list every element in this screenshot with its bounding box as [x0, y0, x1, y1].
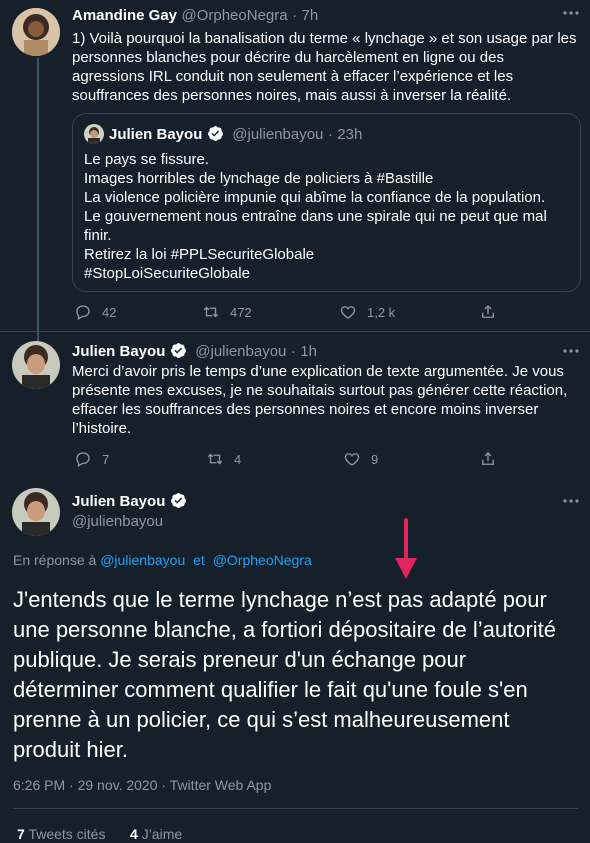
share-icon: [482, 305, 494, 318]
reply-icon: [76, 452, 90, 467]
reply-and[interactable]: et: [193, 552, 205, 568]
mention-link[interactable]: @julienbayou: [100, 552, 185, 568]
quoted-tweet-header: Julien Bayou @julienbayou · 23h: [109, 125, 362, 144]
reply-context: En réponse à @julienbayou et @OrpheoNegr…: [13, 552, 312, 568]
more-options-icon[interactable]: [562, 4, 580, 25]
author-name[interactable]: Amandine Gay: [72, 7, 177, 24]
quoted-line: Le gouvernement nous entraîne dans une s…: [84, 208, 547, 244]
reply-button[interactable]: 7: [74, 450, 109, 468]
author-handle[interactable]: @OrpheoNegra: [181, 7, 287, 24]
heart-icon: [344, 453, 360, 466]
share-button[interactable]: [479, 303, 497, 321]
tweet-header: Amandine Gay @OrpheoNegra · 7h: [72, 7, 318, 25]
main-tweet-text: J'entends que le terme lynchage n’est pa…: [13, 587, 557, 762]
author-name[interactable]: Julien Bayou: [72, 493, 165, 510]
tweet-time[interactable]: 7h: [302, 7, 319, 24]
thread-line: [37, 58, 39, 336]
retweet-button[interactable]: 472: [202, 303, 252, 321]
share-icon: [482, 452, 494, 465]
separator: ·: [327, 126, 333, 143]
quoted-line: #StopLoiSecuriteGlobale: [84, 265, 250, 282]
likes-count: 4: [130, 826, 138, 842]
author-handle[interactable]: @julienbayou: [195, 343, 286, 360]
avatar[interactable]: [12, 8, 60, 56]
avatar: [84, 124, 104, 144]
mention-link[interactable]: @OrpheoNegra: [213, 552, 312, 568]
verified-badge-icon: [170, 493, 186, 508]
reply-prefix: En réponse à: [13, 552, 97, 568]
separator: ·: [290, 343, 296, 360]
quoted-line: La violence policière impunie qui abîme …: [84, 189, 546, 206]
reply-button[interactable]: 42: [74, 303, 116, 321]
likes-label: J’aime: [141, 826, 183, 842]
quote-tweets-stat[interactable]: 7 Tweets cités: [17, 826, 105, 842]
quoted-line: Images horribles de lynchage de policier…: [84, 170, 434, 187]
reply-count: 42: [102, 304, 117, 320]
more-options-icon[interactable]: [562, 342, 580, 363]
like-button[interactable]: 9: [343, 450, 378, 468]
quote-tweets-label: Tweets cités: [28, 826, 106, 842]
retweet-icon: [203, 306, 219, 318]
avatar[interactable]: [12, 341, 60, 389]
like-count: 1,2 k: [367, 304, 396, 320]
tweet-timestamp[interactable]: 6:26 PM · 29 nov. 2020 · Twitter Web App: [13, 777, 271, 793]
quoted-tweet-text: Le pays se fissure. Images horribles de …: [84, 150, 572, 283]
retweet-button[interactable]: 4: [206, 450, 241, 468]
quoted-line: Retirez la loi #PPLSecuriteGlobale: [84, 246, 315, 263]
verified-badge-icon: [170, 343, 186, 358]
tweet-text: Merci d’avoir pris le temps d’une explic…: [72, 363, 568, 437]
author-name[interactable]: Julien Bayou: [72, 343, 165, 360]
retweet-icon: [207, 453, 223, 465]
reply-count: 7: [102, 451, 110, 467]
tweet-header: Julien Bayou @julienbayou · 1h: [72, 342, 317, 361]
thread-line: [37, 331, 39, 341]
reply-icon: [76, 305, 90, 320]
retweet-count: 472: [230, 304, 252, 320]
likes-stat[interactable]: 4 J’aime: [130, 826, 182, 842]
quoted-line: Le pays se fissure.: [84, 151, 210, 168]
more-options-icon[interactable]: [562, 492, 580, 513]
tweet-text: 1) Voilà pourquoi la banalisation du ter…: [72, 30, 577, 104]
heart-icon: [340, 306, 356, 319]
quoted-author-name: Julien Bayou: [109, 126, 203, 143]
retweet-count: 4: [234, 451, 242, 467]
divider: [13, 808, 578, 809]
like-count: 9: [371, 451, 379, 467]
like-button[interactable]: 1,2 k: [339, 303, 395, 321]
avatar[interactable]: [12, 488, 60, 536]
quoted-author-handle: @julienbayou: [232, 126, 324, 143]
verified-badge-icon: [207, 126, 223, 141]
author-name-row: Julien Bayou: [72, 492, 187, 511]
separator: ·: [292, 7, 298, 24]
tweet-time[interactable]: 1h: [300, 343, 317, 360]
author-handle[interactable]: @julienbayou: [72, 513, 163, 530]
quoted-tweet-time: 23h: [337, 126, 363, 143]
quote-tweets-count: 7: [17, 826, 25, 842]
divider: [0, 331, 590, 332]
share-button[interactable]: [479, 450, 497, 468]
arrow-down-icon: [395, 518, 417, 579]
